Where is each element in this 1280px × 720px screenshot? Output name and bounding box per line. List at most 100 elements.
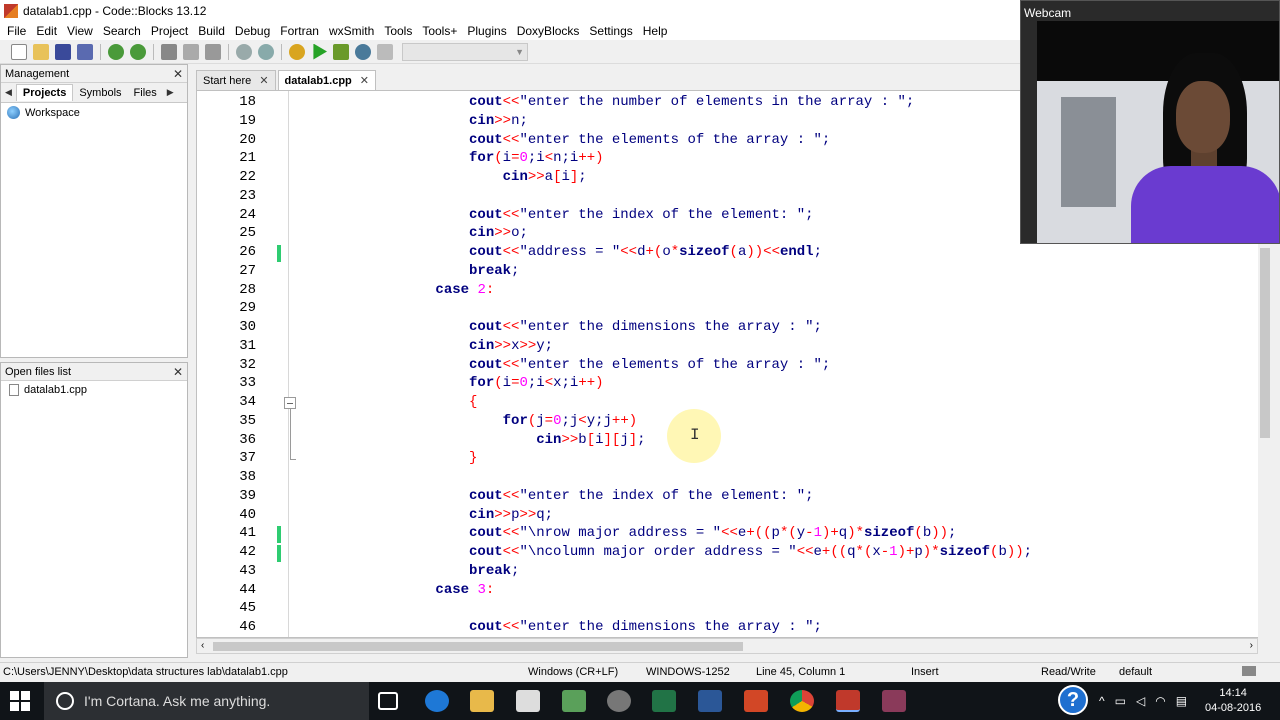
cortana-search-box[interactable]: I'm Cortana. Ask me anything.	[44, 682, 369, 720]
close-icon[interactable]: ✕	[173, 67, 183, 81]
menu-tools[interactable]: Tools	[379, 24, 417, 38]
vertical-scroll-thumb[interactable]	[1260, 248, 1270, 438]
code-line[interactable]: cout<<"\ncolumn major order address = "<…	[301, 544, 1032, 560]
menu-edit[interactable]: Edit	[31, 24, 62, 38]
undo-icon[interactable]	[108, 43, 124, 60]
volume-icon[interactable]: ◁	[1136, 694, 1145, 708]
vertical-scrollbar[interactable]	[1258, 244, 1272, 638]
build-target-select[interactable]: ▼	[402, 42, 528, 61]
menu-settings[interactable]: Settings	[584, 24, 637, 38]
code-line[interactable]: cout<<"enter the dimensions the array : …	[301, 319, 822, 335]
code-line[interactable]: cin>>p>>q;	[301, 507, 553, 523]
close-icon[interactable]: ✕	[173, 365, 183, 379]
file-explorer-icon[interactable]	[470, 690, 494, 712]
horizontal-scrollbar[interactable]: ‹ ›	[196, 638, 1258, 654]
line-number: 40	[239, 506, 256, 523]
find-icon[interactable]	[236, 43, 252, 60]
tab-symbols[interactable]: Symbols	[73, 85, 127, 101]
code-line[interactable]: cin>>a[i];	[301, 169, 587, 185]
scroll-right-arrow-icon[interactable]: ›	[1250, 640, 1253, 651]
scroll-left-icon[interactable]: ◀	[1, 87, 16, 98]
code-line[interactable]: cout<<"\nrow major address = "<<e+((p*(y…	[301, 525, 956, 541]
wifi-icon[interactable]: ◠	[1155, 694, 1165, 708]
horizontal-scroll-thumb[interactable]	[213, 642, 743, 651]
menu-wxsmith[interactable]: wxSmith	[324, 24, 379, 38]
word-icon[interactable]	[698, 690, 722, 712]
code-line[interactable]: cout<<"enter the index of the element: "…	[301, 488, 813, 504]
new-file-icon[interactable]	[11, 43, 27, 60]
menu-file[interactable]: File	[2, 24, 31, 38]
code-line[interactable]: cin>>b[i][j];	[301, 432, 645, 448]
menu-debug[interactable]: Debug	[230, 24, 275, 38]
edge-browser-icon[interactable]	[425, 690, 449, 712]
store-icon[interactable]	[516, 690, 540, 712]
menu-search[interactable]: Search	[98, 24, 146, 38]
copy-icon[interactable]	[183, 43, 199, 60]
menu-fortran[interactable]: Fortran	[275, 24, 324, 38]
code-line[interactable]: cout<<"enter the elements of the array :…	[301, 357, 830, 373]
workspace-node[interactable]: Workspace	[1, 103, 187, 122]
code-line[interactable]: break;	[301, 263, 519, 279]
code-line[interactable]: break;	[301, 563, 519, 579]
build-and-run-icon[interactable]	[333, 43, 349, 60]
windows-start-icon[interactable]	[10, 691, 30, 711]
redo-icon[interactable]	[130, 43, 146, 60]
scroll-right-icon[interactable]: ▶	[163, 87, 178, 98]
open-file-item[interactable]: datalab1.cpp	[1, 381, 187, 399]
code-line[interactable]: }	[301, 450, 477, 466]
excel-icon[interactable]	[652, 690, 676, 712]
line-number: 31	[239, 337, 256, 354]
code-line[interactable]: {	[301, 394, 477, 410]
help-icon[interactable]: ?	[1058, 685, 1088, 715]
menu-build[interactable]: Build	[193, 24, 230, 38]
run-icon[interactable]	[313, 43, 327, 60]
show-hidden-icons-chevron-icon[interactable]: ^	[1099, 694, 1105, 708]
taskbar-clock[interactable]: 14:14 04-08-2016	[1205, 686, 1261, 716]
code-line[interactable]: cout<<"enter the dimensions the array : …	[301, 619, 822, 635]
code-line[interactable]: cin>>o;	[301, 225, 528, 241]
tab-datalab1-cpp[interactable]: datalab1.cpp ✕	[277, 70, 376, 90]
code-line[interactable]: cout<<"enter the index of the element: "…	[301, 207, 813, 223]
code-line[interactable]: cout<<"address = "<<d+(o*sizeof(a))<<end…	[301, 244, 822, 260]
code-line[interactable]: for(i=0;i<x;i++)	[301, 375, 604, 391]
paste-icon[interactable]	[205, 43, 221, 60]
tab-start-here[interactable]: Start here ✕	[196, 70, 276, 90]
fold-toggle-icon[interactable]	[284, 397, 296, 409]
code-line[interactable]: cout<<"enter the elements of the array :…	[301, 132, 830, 148]
task-view-icon[interactable]	[378, 692, 398, 710]
code-line[interactable]: cout<<"enter the number of elements in t…	[301, 94, 914, 110]
scroll-left-arrow-icon[interactable]: ‹	[201, 640, 204, 651]
code-line[interactable]: for(i=0;i<n;i++)	[301, 150, 604, 166]
code-line[interactable]: case 2:	[301, 282, 494, 298]
code-line[interactable]: cin>>x>>y;	[301, 338, 553, 354]
menu-project[interactable]: Project	[146, 24, 193, 38]
battery-icon[interactable]: ▭	[1115, 694, 1126, 708]
close-tab-icon[interactable]: ✕	[360, 74, 369, 87]
abort-icon[interactable]	[377, 43, 393, 60]
tab-projects[interactable]: Projects	[15, 84, 74, 101]
build-gear-icon[interactable]	[289, 43, 305, 60]
tripadvisor-icon[interactable]	[607, 690, 631, 712]
powerpoint-icon[interactable]	[744, 690, 768, 712]
replace-icon[interactable]	[258, 43, 274, 60]
tab-files[interactable]: Files	[128, 85, 163, 101]
menu-view[interactable]: View	[62, 24, 98, 38]
close-tab-icon[interactable]: ✕	[259, 74, 268, 87]
menu-doxyblocks[interactable]: DoxyBlocks	[512, 24, 585, 38]
code-line[interactable]: case 3:	[301, 582, 494, 598]
notifications-icon[interactable]: ▤	[1176, 694, 1187, 708]
save-all-icon[interactable]	[77, 43, 93, 60]
menu-plugins[interactable]: Plugins	[462, 24, 511, 38]
recorder-icon[interactable]	[882, 690, 906, 712]
rebuild-icon[interactable]	[355, 43, 371, 60]
app-icon[interactable]	[562, 690, 586, 712]
cut-icon[interactable]	[161, 43, 177, 60]
save-icon[interactable]	[55, 43, 71, 60]
menu-tools-plus[interactable]: Tools+	[417, 24, 462, 38]
code-line[interactable]: for(j=0;j<y;j++)	[301, 413, 638, 429]
menu-help[interactable]: Help	[638, 24, 673, 38]
open-file-icon[interactable]	[33, 43, 49, 60]
chrome-icon[interactable]	[790, 690, 814, 712]
codeblocks-taskbar-icon[interactable]	[836, 690, 860, 712]
code-line[interactable]: cin>>n;	[301, 113, 528, 129]
